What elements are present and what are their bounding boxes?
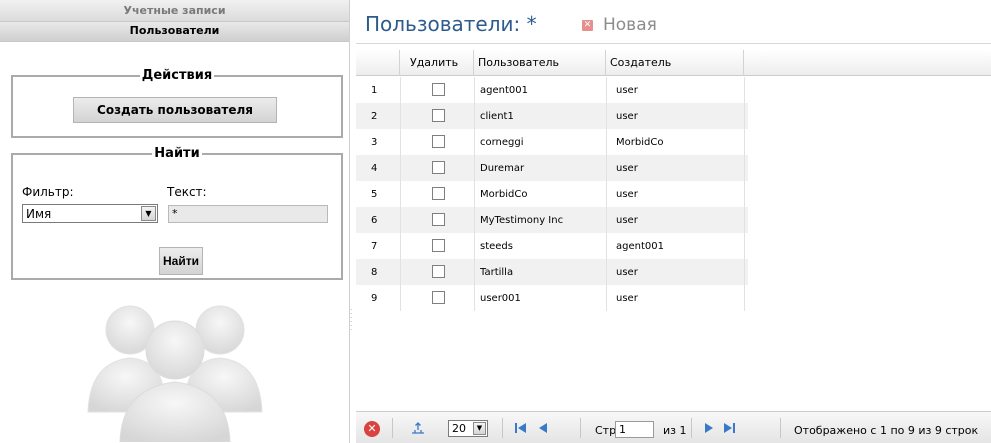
delete-checkbox[interactable] [432,213,445,226]
delete-checkbox[interactable] [432,187,445,200]
page-title: Пользователи: * [365,12,537,36]
user-name-cell: client1 [480,111,514,122]
creator-cell: agent001 [616,241,664,252]
column-header-user[interactable]: Пользователь [474,50,606,76]
toolbar-separator [780,418,781,438]
accordion-accounts-header[interactable]: Учетные записи [0,0,349,22]
table-row[interactable]: 1 agent001 user [356,77,748,103]
table-row[interactable]: 7 steeds agent001 [356,233,748,259]
search-text-input[interactable]: * [168,205,328,223]
column-header-delete[interactable]: Удалить [400,50,474,76]
new-tab[interactable]: Новая [603,15,657,35]
creator-cell: user [616,189,638,200]
delete-checkbox[interactable] [432,239,445,252]
column-divider [606,77,607,311]
delete-checkbox[interactable] [432,291,445,304]
user-name-cell: Duremar [480,163,525,174]
toolbar-separator [392,418,393,438]
delete-checkbox[interactable] [432,109,445,122]
filter-select-value: Имя [26,207,52,221]
user-name-cell: steeds [480,241,513,252]
toolbar-separator [691,418,692,438]
toolbar-separator [502,418,503,438]
creator-cell: MorbidCo [616,137,664,148]
user-name-cell: corneggi [480,137,524,148]
user-name-cell: user001 [480,293,521,304]
table-row[interactable]: 2 client1 user [356,103,748,129]
row-number: 4 [371,163,378,174]
find-legend: Найти [154,146,200,161]
table-row[interactable]: 4 Duremar user [356,155,748,181]
delete-checkbox[interactable] [432,265,445,278]
delete-checkbox[interactable] [432,161,445,174]
paging-toolbar: ✕ 20 ▼ Стр. 1 из 1 Отображено с 1 по 9 и… [356,411,991,443]
first-page-icon[interactable] [514,422,528,434]
page-number-input[interactable]: 1 [615,421,654,438]
toolbar-separator [580,418,581,438]
stop-icon[interactable]: ✕ [364,421,380,437]
creator-cell: user [616,215,638,226]
accounts-sidebar: Учетные записи Пользователи Действия Соз… [0,0,352,443]
table-row[interactable]: 6 MyTestimony Inc user [356,207,748,233]
creator-cell: user [616,85,638,96]
find-button[interactable]: Найти [159,247,203,275]
page-size-select[interactable]: 20 ▼ [448,420,488,437]
display-info-text: Отображено с 1 по 9 из 9 строк [794,424,979,437]
page-size-value: 20 [452,422,466,435]
delete-checkbox[interactable] [432,83,445,96]
creator-cell: user [616,111,638,122]
row-number: 8 [371,267,378,278]
table-row[interactable]: 3 corneggi MorbidCo [356,129,748,155]
user-name-cell: MorbidCo [480,189,528,200]
page-count-label: из 1 [663,424,687,437]
creator-cell: user [616,163,638,174]
find-panel: Найти Фильтр: Текст: Имя ▼ * Найти [11,146,343,280]
chevron-down-icon[interactable]: ▼ [473,422,486,435]
users-group-icon [87,305,263,442]
text-label: Текст: [167,185,207,199]
column-divider [474,77,475,311]
column-header-number [356,50,400,76]
row-number: 6 [371,215,378,226]
actions-panel: Действия Создать пользователя [11,68,343,138]
creator-cell: user [616,267,638,278]
table-header: Удалить Пользователь Создатель [356,50,991,76]
column-divider [744,77,745,311]
column-header-creator[interactable]: Создатель [606,50,744,76]
user-name-cell: Tartilla [480,267,514,278]
user-name-cell: agent001 [480,85,528,96]
close-icon[interactable]: ✕ [582,20,593,31]
filter-label: Фильтр: [22,185,74,199]
row-number: 7 [371,241,378,252]
table-row[interactable]: 5 MorbidCo user [356,181,748,207]
row-number: 5 [371,189,378,200]
row-number: 1 [371,85,378,96]
delete-checkbox[interactable] [432,135,445,148]
last-page-icon[interactable] [722,422,736,434]
next-page-icon[interactable] [702,422,716,434]
chevron-down-icon[interactable]: ▼ [141,206,156,221]
user-name-cell: MyTestimony Inc [480,215,564,226]
users-table-body: 1 agent001 user 2 client1 user 3 cornegg… [356,77,748,311]
create-user-button[interactable]: Создать пользователя [73,97,277,123]
title-bar: Пользователи: * ✕ Новая [356,0,991,44]
splitter-grip[interactable]: · · · · · · [350,307,354,338]
export-icon[interactable] [410,420,426,436]
users-main-panel: Пользователи: * ✕ Новая Удалить Пользова… [356,0,991,443]
actions-legend: Действия [141,68,213,83]
row-number: 2 [371,111,378,122]
table-row[interactable]: 9 user001 user [356,285,748,311]
table-row[interactable]: 8 Tartilla user [356,259,748,285]
accordion-users-header[interactable]: Пользователи [0,22,349,42]
creator-cell: user [616,293,638,304]
row-number: 9 [371,293,378,304]
row-number: 3 [371,137,378,148]
previous-page-icon[interactable] [536,422,550,434]
filter-select[interactable]: Имя ▼ [22,204,158,223]
column-divider [400,77,401,311]
